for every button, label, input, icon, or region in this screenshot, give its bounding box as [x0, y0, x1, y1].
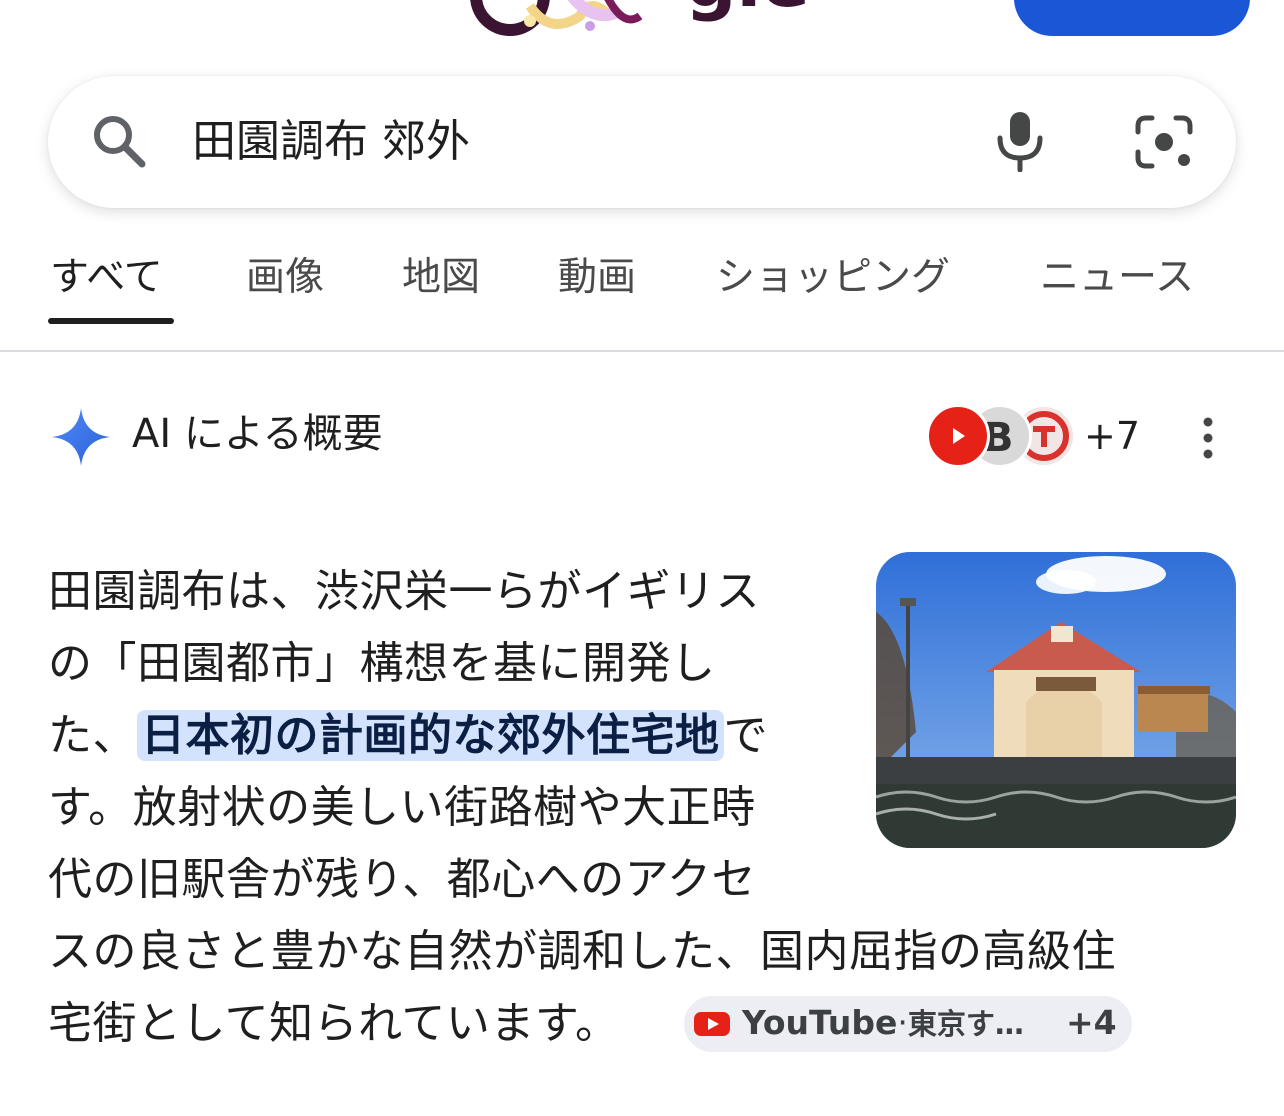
mic-icon[interactable] [994, 110, 1046, 172]
sparkle-icon [52, 408, 110, 466]
svg-text:gle: gle [685, 0, 810, 23]
youtube-icon [694, 1012, 730, 1036]
citation-separator: · [897, 1003, 908, 1042]
camera-lens-icon[interactable] [1134, 114, 1194, 170]
tab-all[interactable]: すべて [50, 252, 163, 304]
citation-site-name: 東京す… [907, 1007, 1024, 1041]
tab-videos[interactable]: 動画 [558, 252, 636, 304]
answer-line: 宅街として知られています。 [48, 998, 620, 1049]
top-action-button[interactable] [1014, 0, 1250, 36]
citation-source: YouTube·東京す… [742, 1000, 1024, 1047]
tab-images[interactable]: 画像 [246, 252, 324, 304]
tab-maps[interactable]: 地図 [402, 252, 480, 304]
answer-text: た、 [48, 710, 137, 761]
source-favicon-youtube [926, 404, 990, 468]
citation-source-name: YouTube [742, 1003, 898, 1042]
tab-shopping[interactable]: ショッピング [716, 252, 950, 304]
station-building-photo[interactable] [876, 552, 1236, 848]
answer-line: 田園調布は、渋沢栄一らがイギリス [48, 566, 760, 617]
tab-news[interactable]: ニュース [1040, 252, 1194, 304]
sources-more-count[interactable]: +7 [1084, 412, 1140, 460]
more-vert-icon[interactable] [1196, 416, 1220, 460]
google-doodle-logo[interactable]: gle [470, 0, 820, 44]
search-tabs: すべて 画像 地図 動画 ショッピング ニュース [0, 246, 1284, 326]
answer-line: す。放射状の美しい街路樹や大正時 [48, 782, 756, 833]
search-input[interactable]: 田園調布 郊外 [192, 114, 470, 170]
source-favicons[interactable]: B [926, 404, 1080, 468]
active-tab-indicator [48, 318, 174, 324]
highlighted-key-phrase[interactable]: 日本初の計画的な郊外住宅地 [137, 710, 724, 761]
search-icon [94, 116, 146, 168]
tabs-divider [0, 350, 1284, 352]
answer-text: で [723, 710, 768, 761]
citation-more-count: +4 [1066, 1003, 1117, 1042]
ai-overview-title: AI による概要 [132, 411, 383, 457]
answer-line: た、日本初の計画的な郊外住宅地で [48, 700, 768, 772]
answer-line: 代の旧駅舎が残り、都心へのアクセ [48, 854, 757, 905]
answer-line: スの良さと豊かな自然が調和した、国内屈指の高級住 [48, 926, 1116, 977]
answer-line: の「田園都市」構想を基に開発し [48, 638, 716, 689]
